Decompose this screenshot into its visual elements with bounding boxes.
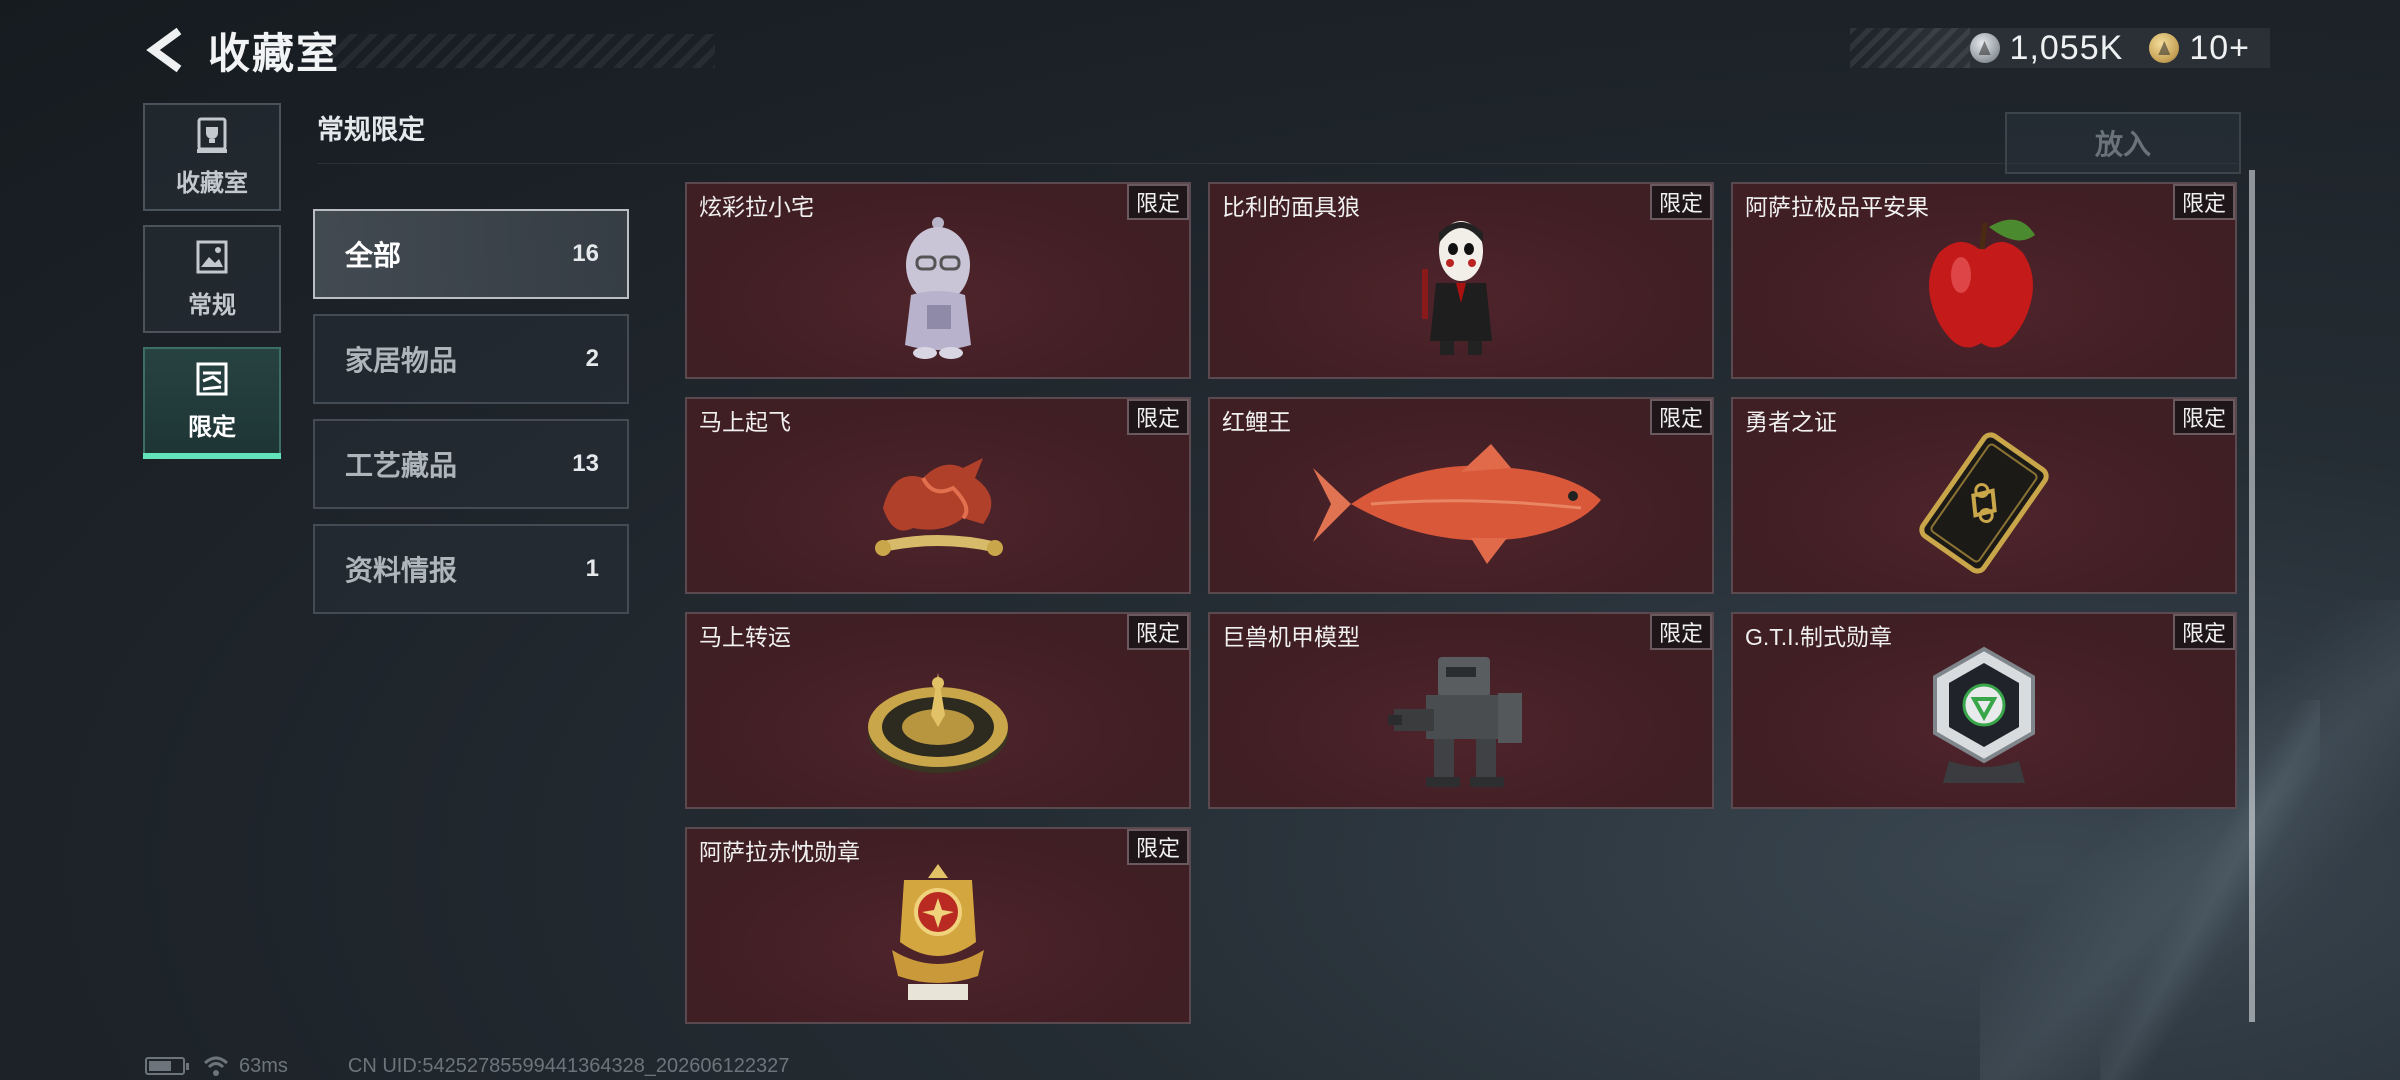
category-name: 全部 [345,240,402,271]
item-name: G.T.I.制式勋章 [1745,624,1892,650]
currency-hatch-decoration [1850,28,1970,68]
limited-badge: 限定 [1127,614,1189,650]
card-token-icon [1919,432,2049,574]
section-title: 常规限定 [317,115,425,145]
header: 收藏室 [140,20,715,80]
picture-icon [196,240,228,273]
item-card[interactable]: 比利的面具狼 限定 [1208,182,1714,379]
side-nav-item-regular[interactable]: 常规 [143,225,281,333]
item-name: 巨兽机甲模型 [1222,624,1360,650]
item-name: 阿萨拉赤忱勋章 [699,839,860,865]
side-nav-label: 常规 [188,291,236,319]
carp-icon [1313,444,1601,565]
limited-badge: 限定 [2173,184,2235,220]
trophy-icon [197,117,227,153]
gold-medal-icon [892,864,984,1001]
item-grid-scrollbar[interactable] [2249,170,2255,1022]
category-name: 家居物品 [345,345,458,376]
category-count: 1 [585,555,599,582]
category-count: 13 [572,450,599,477]
side-nav: 收藏室 常规 限定 [143,103,281,469]
side-nav-label: 收藏室 [176,169,248,197]
back-button[interactable] [140,22,190,78]
side-nav-label: 限定 [188,413,236,441]
limited-badge: 限定 [1127,399,1189,435]
item-name: 比利的面具狼 [1222,194,1360,220]
item-name: 红鲤王 [1222,409,1291,435]
compass-disc-icon [868,673,1008,774]
category-intel[interactable]: 资料情报 1 [313,524,629,614]
put-in-button[interactable]: 放入 [2005,112,2241,174]
horse-statue-icon [875,458,1003,557]
gold-coin-icon [2149,33,2180,63]
item-name: 阿萨拉极品平安果 [1745,194,1929,220]
header-hatch-decoration [330,34,715,68]
category-all[interactable]: 全部 16 [313,209,629,299]
puppet-icon [1422,221,1492,356]
limited-badge: 限定 [2173,614,2235,650]
currency-bar: 1,055K 10+ [1850,28,2270,68]
category-name: 资料情报 [345,555,458,586]
category-crafts[interactable]: 工艺藏品 13 [313,419,629,509]
category-count: 16 [572,240,599,267]
limited-badge: 限定 [1127,184,1189,220]
silver-currency-value: 1,055K [2009,28,2124,67]
medal-icon [1933,646,2035,784]
apple-icon [1929,219,2035,348]
item-card[interactable]: 阿萨拉赤忱勋章 限定 [685,827,1191,1024]
section-divider [317,163,2237,164]
item-card[interactable]: G.T.I.制式勋章 限定 [1731,612,2237,809]
side-nav-item-limited[interactable]: 限定 [143,347,281,459]
item-card[interactable]: 阿萨拉极品平安果 限定 [1731,182,2237,379]
battery-icon [145,1057,189,1075]
silver-coin-icon [1969,33,2000,63]
ping-value: 63ms [239,1054,288,1077]
item-grid: 炫彩拉小宅 限定 比利的面具狼 限定 阿萨拉极品平安果 限定 马上起飞 限定 红… [685,182,2237,1024]
side-nav-item-collection-room[interactable]: 收藏室 [143,103,281,211]
category-list: 全部 16 家居物品 2 工艺藏品 13 资料情报 1 [313,209,629,629]
item-card[interactable]: 红鲤王 限定 [1208,397,1714,594]
scrollbar-thumb[interactable] [2249,170,2255,1022]
limited-badge: 限定 [1650,399,1712,435]
category-count: 2 [585,345,599,372]
limited-badge: 限定 [1650,614,1712,650]
doll-icon [905,217,971,360]
limited-picture-icon [196,362,228,395]
limited-badge: 限定 [1127,829,1189,865]
user-uid: CN UID:54252785599441364328_202606122327 [347,1054,790,1077]
category-home-items[interactable]: 家居物品 2 [313,314,629,404]
item-card[interactable]: 勇者之证 限定 [1731,397,2237,594]
limited-badge: 限定 [2173,399,2235,435]
item-card[interactable]: 马上起飞 限定 [685,397,1191,594]
gold-currency-value: 10+ [2189,28,2250,67]
limited-badge: 限定 [1650,184,1712,220]
chevron-left-icon [146,27,182,73]
item-name: 炫彩拉小宅 [699,194,814,220]
item-card[interactable]: 马上转运 限定 [685,612,1191,809]
category-name: 工艺藏品 [345,450,458,481]
item-card[interactable]: 炫彩拉小宅 限定 [685,182,1191,379]
item-name: 马上转运 [699,624,791,650]
item-name: 勇者之证 [1745,409,1837,435]
item-card[interactable]: 巨兽机甲模型 限定 [1208,612,1714,809]
page-title: 收藏室 [208,29,341,77]
status-footer: 63ms CN UID:54252785599441364328_2026061… [145,1052,789,1080]
item-name: 马上起飞 [699,409,791,435]
wifi-icon [203,1056,229,1076]
mech-model-icon [1388,657,1522,788]
